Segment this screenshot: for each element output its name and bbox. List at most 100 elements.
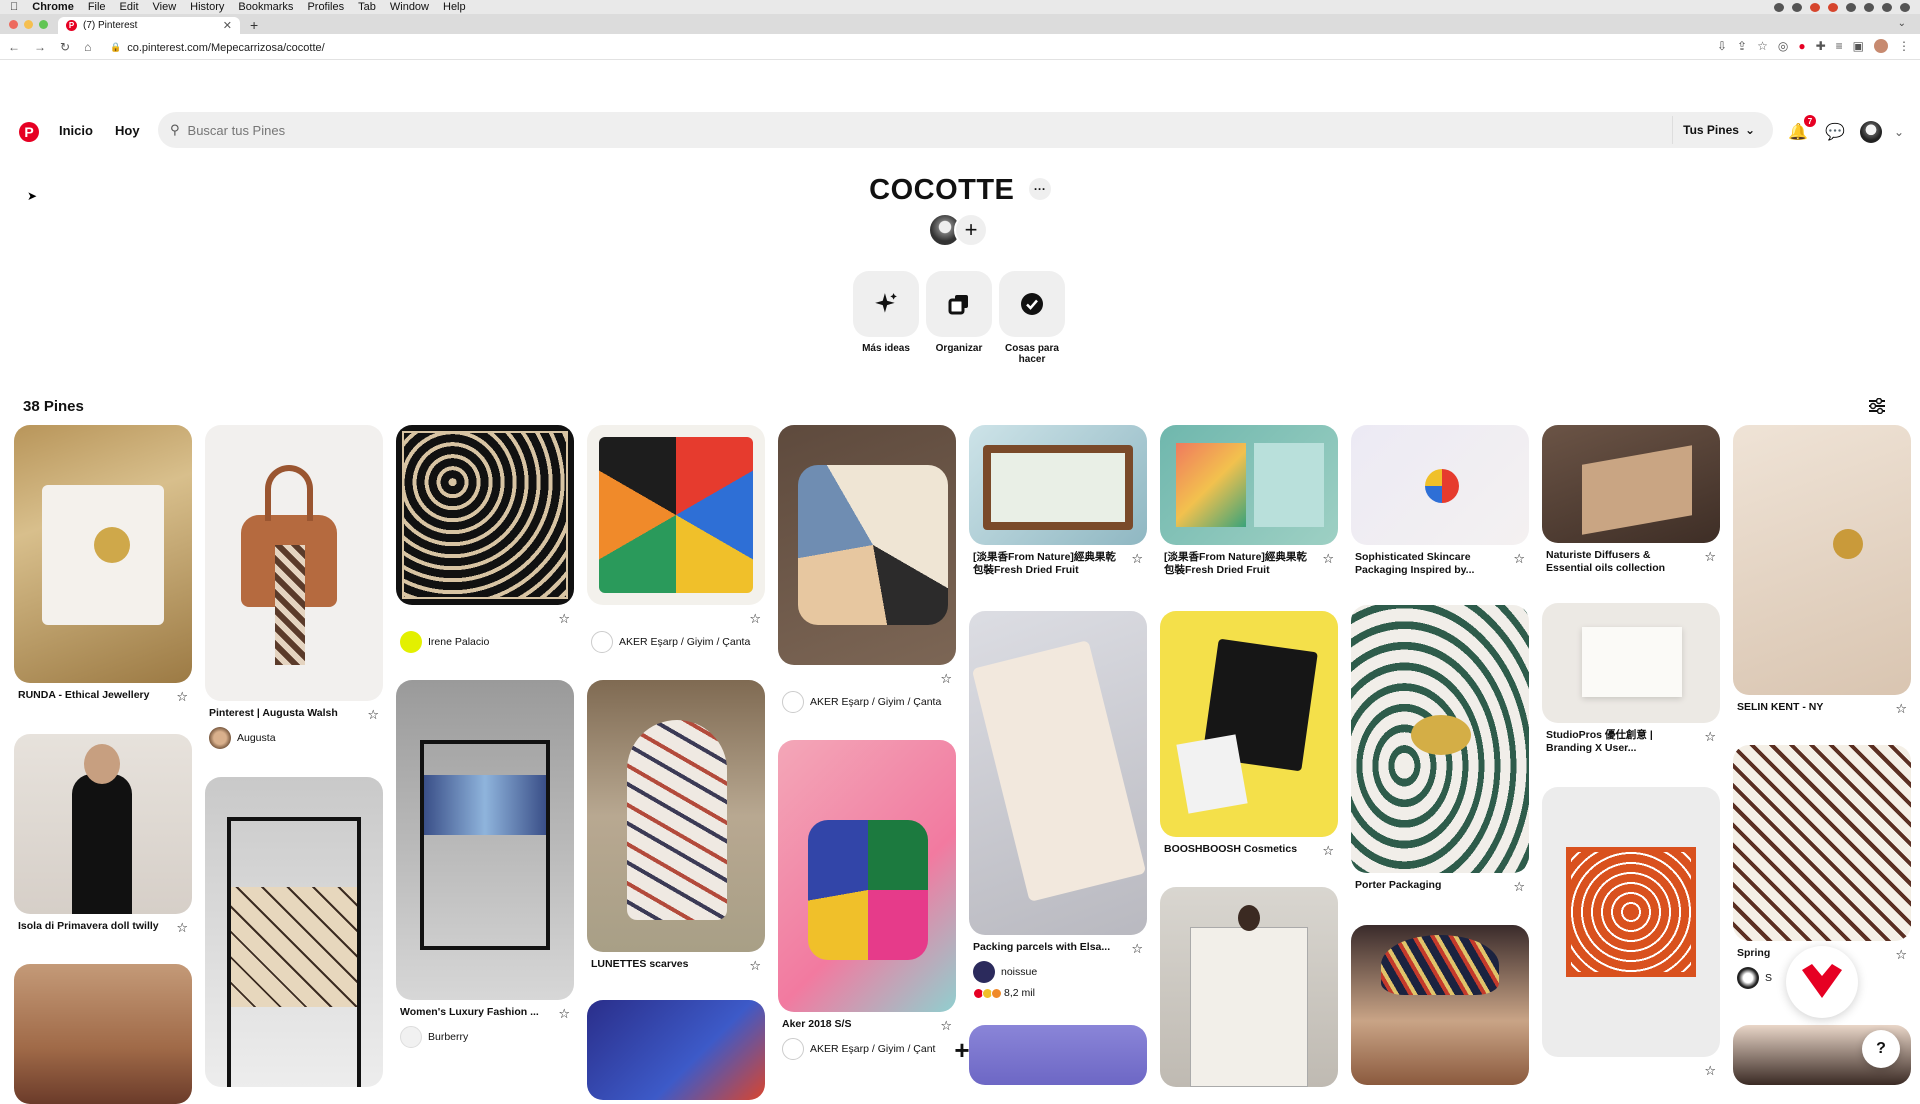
save-star-icon[interactable]: ☆ — [1322, 843, 1334, 859]
pin-image[interactable] — [1542, 425, 1720, 543]
pin-title[interactable]: Naturiste Diffusers & Essential oils col… — [1546, 549, 1691, 575]
pinterest-extension-icon[interactable]: ● — [1798, 39, 1805, 53]
pin-owner[interactable]: AKER Eşarp / Giyim / Çanta — [778, 687, 956, 713]
reading-list-icon[interactable]: ≡ — [1836, 39, 1843, 53]
pin-image[interactable] — [14, 425, 192, 683]
pin-image[interactable] — [14, 964, 192, 1104]
pin-card[interactable]: ☆ AKER Eşarp / Giyim / Çanta — [778, 425, 956, 713]
pin-image[interactable] — [1351, 925, 1529, 1085]
pin-card[interactable]: [淡果香From Nature]經典果乾包裝Fresh Dried Fruit … — [1160, 425, 1338, 577]
pin-card[interactable]: LUNETTES scarves ☆ — [587, 680, 765, 974]
pin-owner[interactable]: AKER Eşarp / Giyim / Çanta — [587, 627, 765, 653]
menu-edit[interactable]: Edit — [120, 1, 139, 13]
board-more-options-button[interactable]: ··· — [1028, 178, 1051, 200]
pin-image[interactable] — [778, 425, 956, 665]
pin-card[interactable]: Naturiste Diffusers & Essential oils col… — [1542, 425, 1720, 575]
brand-heart-icon[interactable] — [1786, 946, 1858, 1018]
pin-card[interactable]: StudioPros 優仕創意 | Branding X User... ☆ — [1542, 603, 1720, 755]
checkmark-icon[interactable] — [999, 271, 1065, 337]
status-app-icon[interactable] — [1774, 2, 1784, 12]
more-ideas-action[interactable]: Más ideas — [853, 271, 919, 365]
pin-image[interactable] — [1160, 887, 1338, 1087]
close-window-icon[interactable] — [9, 20, 18, 29]
save-star-icon[interactable]: ☆ — [1513, 879, 1525, 895]
new-tab-button[interactable]: + — [250, 17, 258, 33]
side-panel-icon[interactable]: ▣ — [1853, 39, 1864, 53]
save-star-icon[interactable]: ☆ — [940, 1018, 952, 1034]
pin-title[interactable]: StudioPros 優仕創意 | Branding X User... — [1546, 729, 1691, 755]
tab-search-chevron-icon[interactable]: ⌄ — [1898, 18, 1906, 29]
nav-home[interactable]: Inicio — [59, 123, 93, 138]
save-star-icon[interactable]: ☆ — [749, 958, 761, 974]
install-icon[interactable]: ⇩ — [1717, 39, 1727, 53]
display-icon[interactable] — [1864, 2, 1874, 12]
home-icon[interactable]: ⌂ — [84, 40, 91, 54]
profile-avatar[interactable] — [1874, 39, 1888, 53]
save-star-icon[interactable]: ☆ — [1704, 729, 1716, 745]
pin-image[interactable] — [14, 734, 192, 914]
pin-card[interactable] — [1351, 925, 1529, 1085]
pin-card[interactable]: [淡果香From Nature]經典果乾包裝Fresh Dried Fruit … — [969, 425, 1147, 577]
menu-window[interactable]: Window — [390, 1, 429, 13]
pin-image[interactable] — [1351, 605, 1529, 873]
browser-tab[interactable]: P (7) Pinterest ✕ — [58, 17, 240, 34]
create-pin-button[interactable]: + — [947, 1035, 977, 1065]
pin-card[interactable] — [969, 1025, 1147, 1085]
pin-image[interactable] — [396, 425, 574, 605]
pin-owner[interactable]: Augusta — [205, 723, 383, 749]
pin-title[interactable]: Porter Packaging — [1355, 879, 1441, 892]
apple-menu-icon[interactable]:  — [10, 1, 18, 13]
to-do-action[interactable]: Cosas para hacer — [999, 271, 1065, 365]
search-bar[interactable]: ⚲ Buscar tus Pines Tus Pines ⌄ — [158, 112, 1773, 148]
organize-action[interactable]: Organizar — [926, 271, 992, 365]
pin-image[interactable] — [205, 425, 383, 701]
save-star-icon[interactable]: ☆ — [1131, 551, 1143, 567]
pin-title[interactable]: SELIN KENT - NY — [1737, 701, 1823, 714]
save-star-icon[interactable]: ☆ — [1704, 549, 1716, 565]
pin-card[interactable] — [1160, 887, 1338, 1087]
minimize-window-icon[interactable] — [24, 20, 33, 29]
sparkle-icon[interactable] — [853, 271, 919, 337]
pin-card[interactable]: ☆ — [1542, 787, 1720, 1079]
pin-image[interactable] — [1160, 425, 1338, 545]
pin-image[interactable] — [1733, 745, 1911, 941]
bookmark-star-icon[interactable]: ☆ — [1757, 39, 1768, 53]
pin-card[interactable]: SELIN KENT - NY ☆ — [1733, 425, 1911, 717]
wifi-icon[interactable] — [1846, 2, 1856, 12]
save-star-icon[interactable]: ☆ — [176, 689, 188, 705]
pin-card[interactable] — [14, 964, 192, 1104]
filter-settings-icon[interactable] — [1868, 397, 1886, 419]
control-center-icon[interactable] — [1900, 2, 1910, 12]
profile-button[interactable] — [1859, 120, 1883, 144]
reload-icon[interactable]: ↻ — [60, 40, 70, 54]
back-icon[interactable]: ← — [8, 40, 20, 54]
save-star-icon[interactable]: ☆ — [1131, 941, 1143, 957]
pin-title[interactable]: BOOSHBOOSH Cosmetics — [1164, 843, 1297, 856]
lock-icon[interactable]: 🔒 — [110, 42, 121, 53]
save-star-icon[interactable]: ☆ — [749, 611, 761, 627]
save-star-icon[interactable]: ☆ — [176, 920, 188, 936]
pin-image[interactable] — [587, 680, 765, 952]
spotlight-icon[interactable] — [1882, 2, 1892, 12]
pin-title[interactable]: [淡果香From Nature]經典果乾包裝Fresh Dried Fruit — [973, 551, 1118, 577]
menu-profiles[interactable]: Profiles — [307, 1, 344, 13]
nav-today[interactable]: Hoy — [115, 123, 140, 138]
pin-image[interactable] — [587, 425, 765, 605]
save-star-icon[interactable]: ☆ — [367, 707, 379, 723]
search-input[interactable]: Buscar tus Pines — [188, 123, 286, 138]
add-collaborator-button[interactable]: + — [954, 213, 988, 247]
pin-image[interactable] — [969, 1025, 1147, 1085]
pin-image[interactable] — [1160, 611, 1338, 837]
pin-owner[interactable]: noissue — [969, 957, 1147, 983]
messages-icon[interactable]: 💬 — [1823, 120, 1847, 144]
notifications-bell-icon[interactable]: 🔔 7 — [1786, 115, 1816, 144]
pin-image[interactable] — [1542, 787, 1720, 1057]
pin-image[interactable] — [205, 777, 383, 1087]
save-star-icon[interactable]: ☆ — [1704, 1063, 1716, 1079]
address-bar[interactable]: 🔒 co.pinterest.com/Mepecarrizosa/cocotte… — [110, 38, 1610, 57]
help-button[interactable]: ? — [1862, 1030, 1900, 1068]
save-star-icon[interactable]: ☆ — [1895, 947, 1907, 963]
pin-card[interactable] — [587, 1000, 765, 1100]
pin-card[interactable]: Porter Packaging ☆ — [1351, 605, 1529, 895]
save-star-icon[interactable]: ☆ — [1895, 701, 1907, 717]
